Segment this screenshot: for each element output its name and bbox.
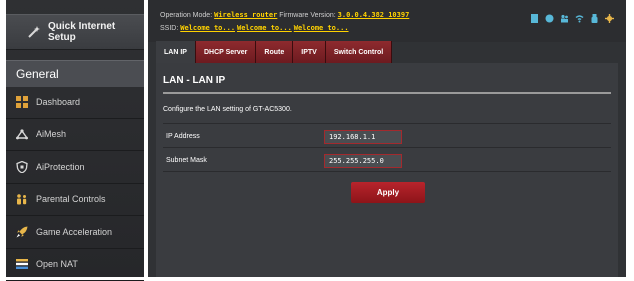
dashboard-icon (16, 96, 28, 108)
subnet-mask-label: Subnet Mask (166, 157, 207, 164)
users-status-icon[interactable] (560, 14, 569, 23)
tab-lan-ip[interactable]: LAN IP (156, 41, 196, 63)
row-divider (163, 123, 611, 124)
shield-icon (16, 161, 28, 173)
sidebar-item-aiprotection[interactable]: AiProtection (6, 151, 144, 184)
quick-internet-setup-label: Quick Internet Setup (48, 21, 144, 43)
operation-mode-line: Operation Mode: Wireless router Firmware… (160, 11, 409, 19)
rocket-icon (16, 226, 28, 238)
gear-icon[interactable] (605, 14, 614, 23)
sidebar-item-game-acceleration[interactable]: Game Acceleration (6, 216, 144, 249)
ssid-link[interactable]: Welcome to... (294, 24, 349, 32)
ssid-line: SSID: Welcome to... Welcome to... Welcom… (160, 24, 349, 32)
sidebar-section-title: General (16, 67, 59, 81)
sidebar-item-aimesh[interactable]: AiMesh (6, 119, 144, 152)
aimesh-icon (16, 128, 28, 140)
sidebar-item-label: Game Acceleration (36, 227, 112, 237)
router-admin-window: Quick Internet Setup General Dashboard A… (0, 0, 634, 277)
operation-mode-label: Operation Mode: (160, 12, 212, 19)
tab-switch-control[interactable]: Switch Control (326, 41, 392, 63)
sidebar-item-label: Parental Controls (36, 194, 106, 204)
sidebar-item-parental-controls[interactable]: Parental Controls (6, 184, 144, 217)
page-title: LAN - LAN IP (163, 75, 225, 86)
family-icon (16, 193, 28, 205)
firmware-label: Firmware Version: (279, 12, 335, 19)
ssid-link[interactable]: Welcome to... (180, 24, 235, 32)
sidebar-item-label: Dashboard (36, 97, 80, 107)
subnet-mask-input[interactable] (324, 154, 402, 168)
page-description: Configure the LAN setting of GT-AC5300. (163, 106, 292, 113)
lan-ip-panel: LAN - LAN IP Configure the LAN setting o… (156, 63, 618, 277)
ssid-link[interactable]: Welcome to... (237, 24, 292, 32)
network-status-icon[interactable] (530, 14, 539, 23)
sidebar-item-label: Open NAT (36, 259, 78, 269)
lan-tabs: LAN IP DHCP Server Route IPTV Switch Con… (156, 41, 392, 63)
sidebar-item-label: AiProtection (36, 162, 85, 172)
sidebar-section-general: General (6, 60, 144, 87)
internet-status-icon[interactable] (545, 14, 554, 23)
ip-address-label: IP Address (166, 133, 200, 140)
status-icons (530, 14, 614, 23)
operation-mode-link[interactable]: Wireless router (214, 11, 277, 19)
title-divider (163, 92, 611, 94)
row-divider (163, 147, 611, 148)
wifi-status-icon[interactable] (575, 14, 584, 23)
sidebar-item-open-nat[interactable]: Open NAT (6, 249, 144, 281)
ssid-label: SSID: (160, 25, 178, 32)
ip-address-input[interactable] (324, 130, 402, 144)
status-header: Operation Mode: Wireless router Firmware… (148, 0, 626, 42)
tab-route[interactable]: Route (256, 41, 293, 63)
sidebar-menu: Dashboard AiMesh AiProtection Parental C… (6, 86, 144, 281)
open-nat-icon (16, 258, 28, 270)
sidebar: Quick Internet Setup General Dashboard A… (6, 0, 144, 277)
firmware-version-link[interactable]: 3.0.0.4.382_10397 (338, 11, 410, 19)
quick-internet-setup-button[interactable]: Quick Internet Setup (6, 14, 144, 50)
tab-dhcp-server[interactable]: DHCP Server (196, 41, 256, 63)
magic-wand-icon (26, 24, 42, 40)
sidebar-item-dashboard[interactable]: Dashboard (6, 86, 144, 119)
row-divider (163, 171, 611, 172)
apply-button[interactable]: Apply (351, 182, 425, 203)
sidebar-item-label: AiMesh (36, 129, 66, 139)
tab-iptv[interactable]: IPTV (293, 41, 326, 63)
usb-status-icon[interactable] (590, 14, 599, 23)
main-content: Operation Mode: Wireless router Firmware… (148, 0, 626, 277)
